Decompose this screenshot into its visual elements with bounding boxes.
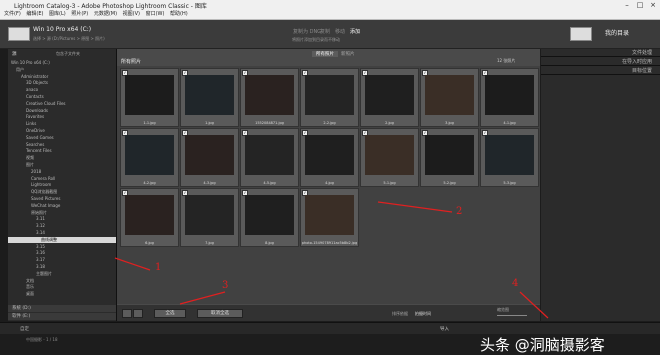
annotation-label-2: 2 [456, 206, 463, 217]
annotation-label-3: 3 [222, 280, 229, 291]
annotation-layer [114, 201, 549, 319]
annotation-label-4: 4 [512, 278, 519, 289]
annotation-arrow-4 [519, 291, 549, 319]
annotation-arrow-3 [179, 291, 226, 305]
annotation-label-1: 1 [155, 262, 162, 273]
annotation-arrow-1 [114, 257, 151, 271]
annotation-arrow-2 [377, 201, 453, 213]
